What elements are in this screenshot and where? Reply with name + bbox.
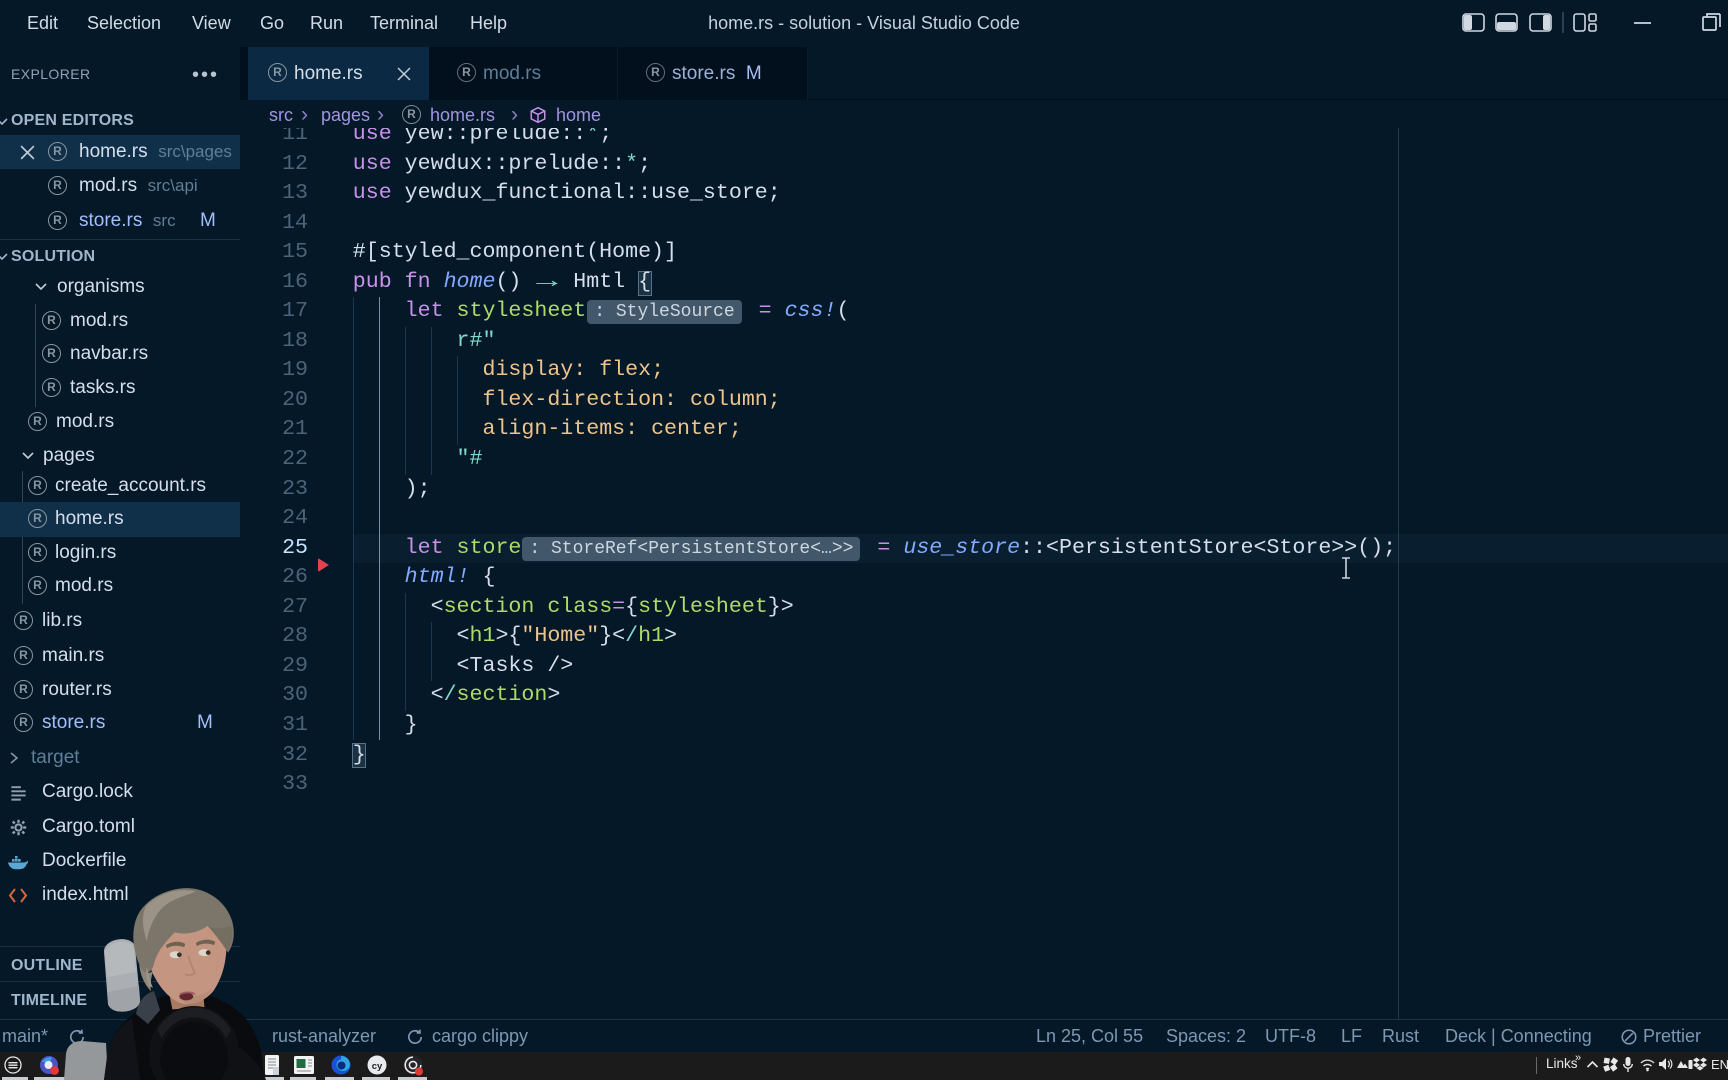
svg-text:cy: cy	[372, 1061, 383, 1072]
